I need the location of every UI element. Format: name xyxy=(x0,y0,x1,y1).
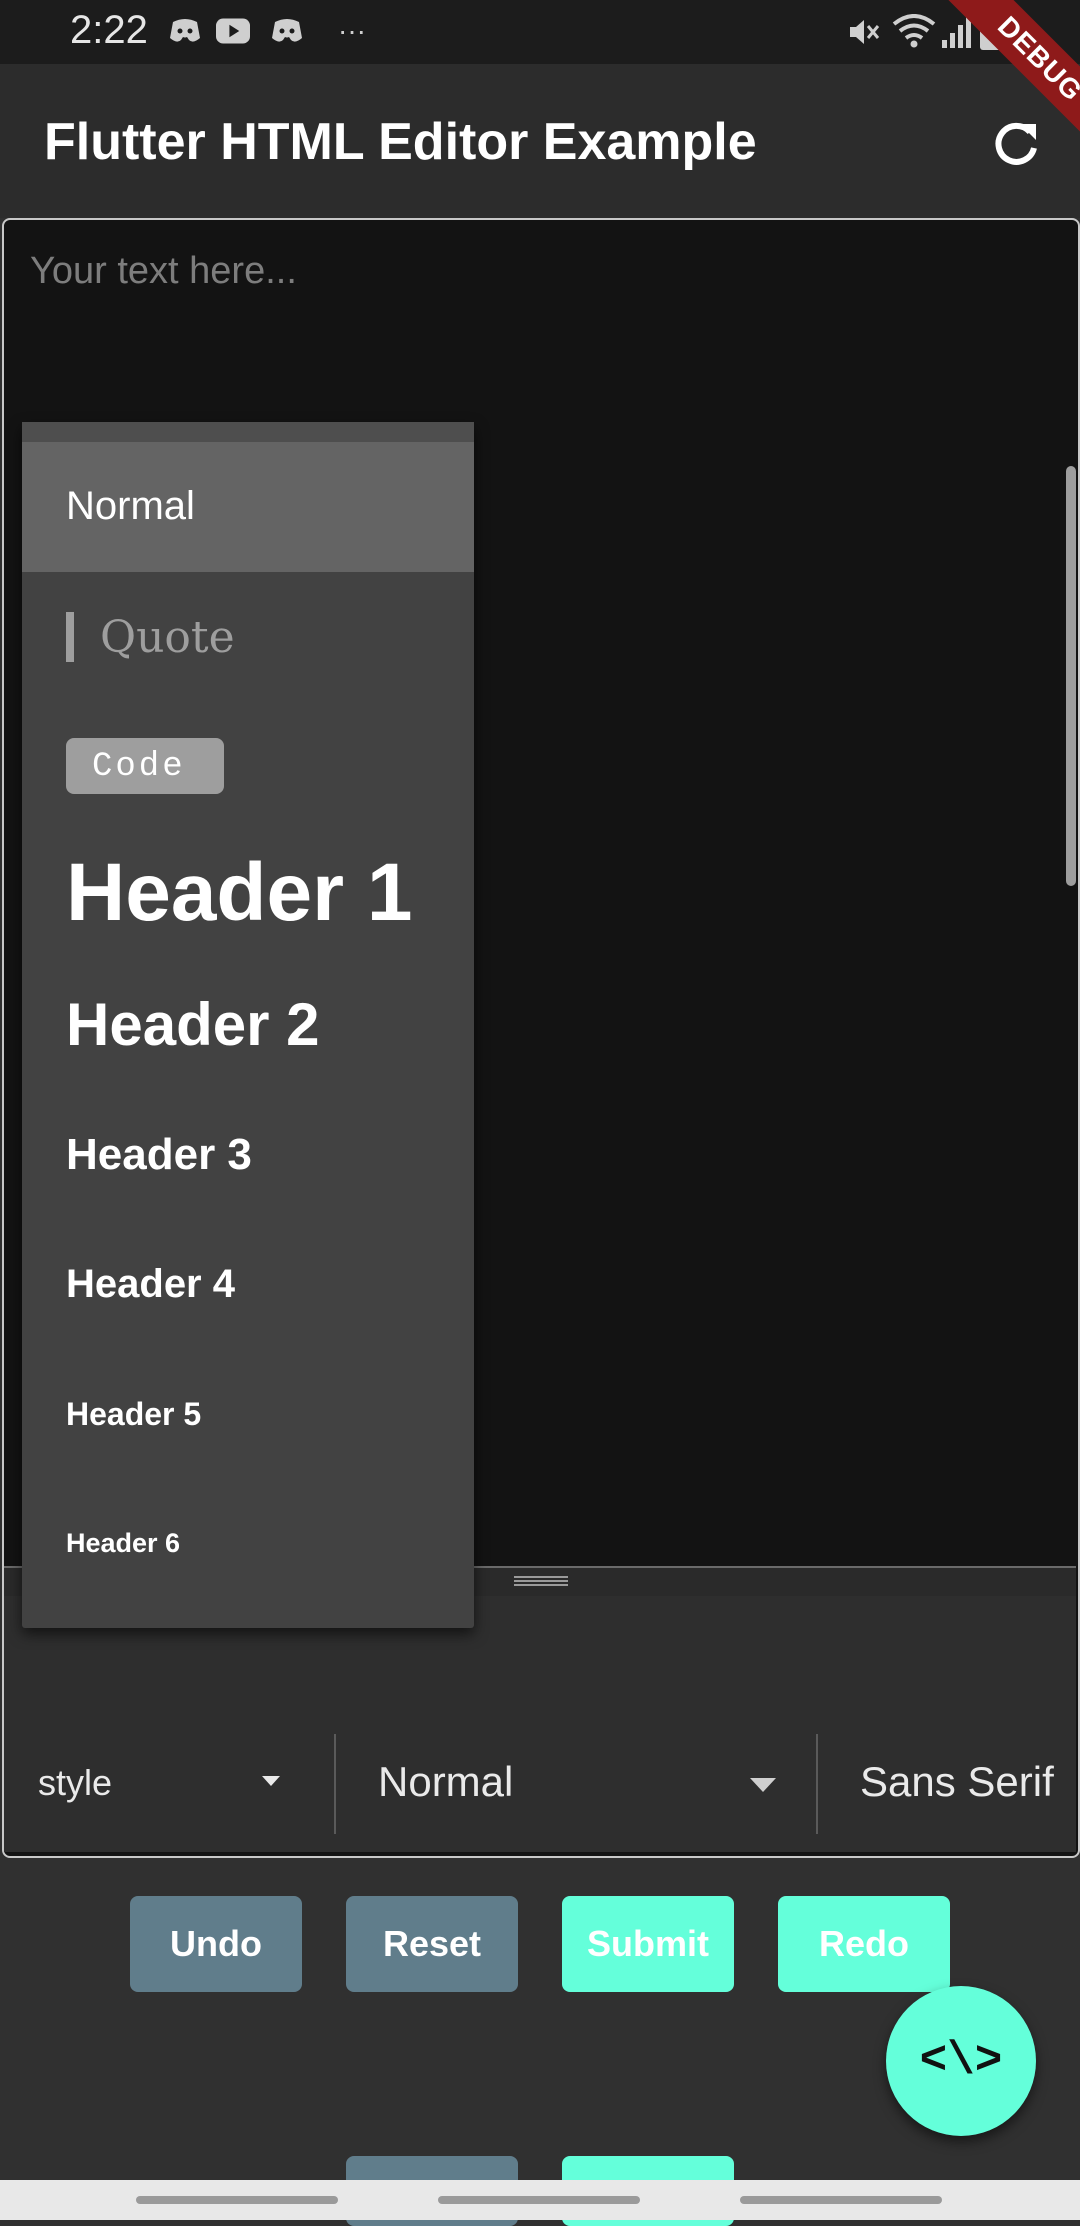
dropdown-item-header-1[interactable]: Header 1 xyxy=(66,846,412,940)
editor-placeholder: Your text here... xyxy=(30,250,297,292)
more-icon: ··· xyxy=(338,15,366,46)
style-dropdown-label[interactable]: style xyxy=(38,1762,112,1804)
editor-toolbar xyxy=(4,1596,1076,1852)
submit-button[interactable]: Submit xyxy=(562,1896,734,1992)
reset-button[interactable]: Reset xyxy=(346,1896,518,1992)
nav-handle[interactable] xyxy=(136,2196,338,2204)
code-view-fab[interactable]: <\> xyxy=(886,1986,1036,2136)
editor-scrollbar[interactable] xyxy=(1066,466,1076,886)
dropdown-item-header-2[interactable]: Header 2 xyxy=(66,990,319,1059)
chevron-down-icon[interactable] xyxy=(750,1778,776,1792)
dropdown-item-label[interactable]: Code xyxy=(92,748,186,786)
app-title: Flutter HTML Editor Example xyxy=(44,113,757,171)
dropdown-item-header-3[interactable]: Header 3 xyxy=(66,1130,252,1180)
toolbar-divider xyxy=(334,1734,336,1834)
discord-icon xyxy=(270,14,304,48)
chevron-down-icon[interactable] xyxy=(262,1776,280,1786)
nav-handle[interactable] xyxy=(740,2196,942,2204)
undo-button[interactable]: Undo xyxy=(130,1896,302,1992)
dropdown-item-quote[interactable]: Quote xyxy=(100,612,235,663)
toolbar-divider xyxy=(816,1734,818,1834)
wifi-icon xyxy=(892,14,936,53)
quote-bar-icon xyxy=(66,612,74,662)
dropdown-item-header-4[interactable]: Header 4 xyxy=(66,1262,235,1307)
dropdown-top-edge xyxy=(22,422,474,442)
dropdown-item-header-5[interactable]: Header 5 xyxy=(66,1396,201,1433)
dropdown-item-header-6[interactable]: Header 6 xyxy=(66,1528,180,1559)
status-time: 2:22 xyxy=(70,8,148,52)
paragraph-dropdown-value[interactable]: Normal xyxy=(378,1758,513,1806)
dropdown-item-label[interactable]: Normal xyxy=(66,484,195,529)
refresh-icon[interactable] xyxy=(980,108,1052,180)
mute-icon xyxy=(846,16,880,53)
font-dropdown-value[interactable]: Sans Serif xyxy=(860,1758,1054,1806)
youtube-icon xyxy=(216,14,250,48)
redo-button[interactable]: Redo xyxy=(778,1896,950,1992)
nav-handle[interactable] xyxy=(438,2196,640,2204)
discord-icon xyxy=(168,14,202,48)
drag-handle-icon[interactable] xyxy=(514,1574,568,1586)
